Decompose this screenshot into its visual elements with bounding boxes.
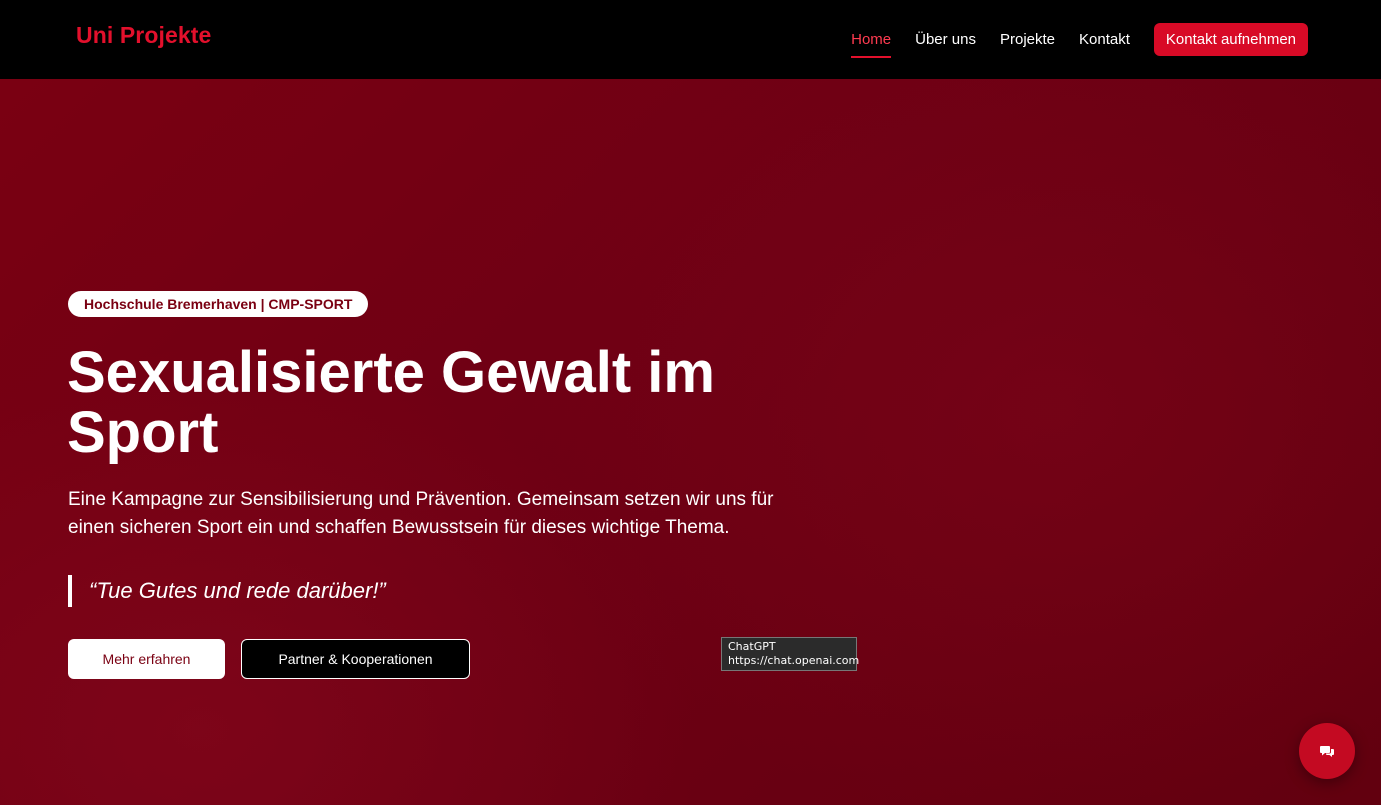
hero-title: Sexualisierte Gewalt im Sport [67,340,715,465]
hero-section: Hochschule Bremerhaven | CMP-SPORT Sexua… [0,79,1381,805]
contact-cta-button[interactable]: Kontakt aufnehmen [1153,23,1308,56]
tooltip-title: ChatGPT [728,640,776,653]
chat-bubbles-icon [1320,746,1334,757]
tooltip-url: https://chat.openai.com [728,654,860,667]
main-nav: Home Über uns Projekte Kontakt Kontakt a… [827,0,1308,79]
nav-link-home[interactable]: Home [851,25,892,58]
navbar: Uni Projekte Home Über uns Projekte Kont… [0,0,1381,79]
learn-more-button[interactable]: Mehr erfahren [68,639,225,679]
hero-quote: “Tue Gutes und rede darüber!” [68,575,386,607]
brand-logo[interactable]: Uni Projekte [76,22,211,49]
chat-button[interactable] [1299,723,1355,779]
link-tooltip: ChatGPT https://chat.openai.com [721,637,860,671]
hero-description: Eine Kampagne zur Sensibilisierung und P… [68,489,774,538]
nav-link-kontakt[interactable]: Kontakt [1079,25,1130,54]
nav-link-ueber-uns[interactable]: Über uns [915,25,976,54]
partners-button[interactable]: Partner & Kooperationen [241,639,470,679]
institution-badge: Hochschule Bremerhaven | CMP-SPORT [68,291,369,317]
nav-link-projekte[interactable]: Projekte [1000,25,1055,54]
